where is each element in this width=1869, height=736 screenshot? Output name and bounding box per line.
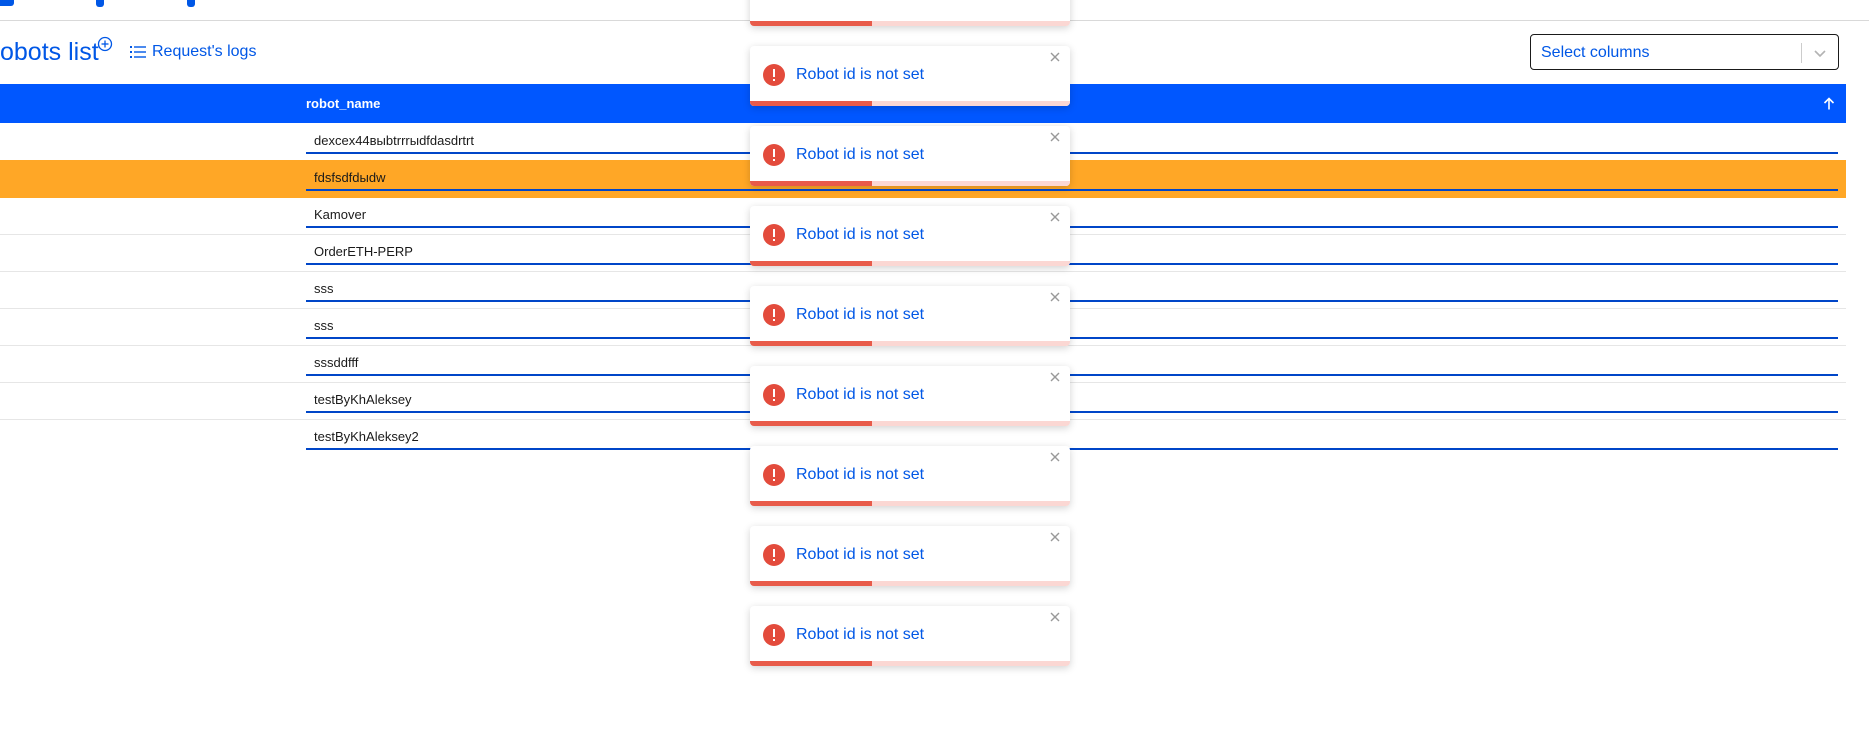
column-header-robot-name[interactable]: robot_name	[306, 96, 380, 111]
chevron-down-icon[interactable]	[1812, 45, 1828, 61]
plus-circle-icon[interactable]	[97, 36, 113, 52]
toast-message: Robot id is not set	[796, 226, 925, 243]
close-icon[interactable]	[1048, 210, 1062, 224]
toast-progress-bar	[750, 21, 872, 26]
toast-notification[interactable]: Robot id is not set	[750, 206, 1070, 266]
request-logs-label: Request's logs	[152, 43, 257, 60]
robot-name-cell: Kamover	[314, 207, 367, 222]
list-icon	[130, 46, 146, 58]
robot-name-cell: fdsfsdfdыdw	[314, 170, 386, 185]
robot-name-cell: testByKhAleksey	[314, 392, 412, 407]
toast-progress-bar	[750, 261, 872, 266]
cell-underline	[306, 300, 1838, 302]
exclamation-circle-icon	[763, 304, 785, 326]
toast-notification[interactable]: Robot id is not set	[750, 446, 1070, 506]
select-columns-placeholder: Select columns	[1541, 44, 1650, 61]
header-logo-fragment	[96, 0, 104, 7]
exclamation-circle-icon	[763, 224, 785, 246]
arrow-up-icon[interactable]	[1821, 96, 1837, 112]
request-logs-link[interactable]: Request's logs	[130, 43, 256, 61]
toast-message: Robot id is not set	[796, 386, 925, 403]
close-icon[interactable]	[1048, 610, 1062, 624]
close-icon[interactable]	[1048, 370, 1062, 384]
toast-message: Robot id is not set	[796, 466, 925, 483]
toast-notification[interactable]: Robot id is not set	[750, 526, 1070, 586]
page-title: obots list	[0, 38, 99, 66]
cell-underline	[306, 152, 1838, 154]
robot-name-cell: sssddfff	[314, 355, 359, 370]
toast-progress-bar	[750, 101, 872, 106]
dropdown-separator	[1801, 43, 1802, 63]
exclamation-circle-icon	[763, 464, 785, 486]
close-icon[interactable]	[1048, 530, 1062, 544]
cell-underline	[306, 189, 1838, 191]
toast-message: Robot id is not set	[796, 66, 925, 83]
header-logo-fragment	[187, 0, 195, 7]
cell-underline	[306, 337, 1838, 339]
close-icon[interactable]	[1048, 130, 1062, 144]
toast-notification[interactable]: Robot id is not set	[750, 46, 1070, 106]
exclamation-circle-icon	[763, 624, 785, 646]
close-icon[interactable]	[1048, 50, 1062, 64]
toast-notification[interactable]: Robot id is not set	[750, 286, 1070, 346]
toast-notification[interactable]: Robot id is not set	[750, 126, 1070, 186]
robot-name-cell: sss	[314, 318, 334, 333]
close-icon[interactable]	[1048, 450, 1062, 464]
toast-notification[interactable]: Robot id is not set	[750, 606, 1070, 666]
close-icon[interactable]	[1048, 290, 1062, 304]
cell-underline	[306, 448, 1838, 450]
cell-underline	[306, 263, 1838, 265]
header-logo-fragment	[0, 0, 14, 6]
toast-progress-bar	[750, 581, 872, 586]
toast-progress-bar	[750, 501, 872, 506]
toast-message: Robot id is not set	[796, 546, 925, 563]
cell-underline	[306, 226, 1838, 228]
toast-message: Robot id is not set	[796, 146, 925, 163]
toast-notification[interactable]: Robot id is not set	[750, 366, 1070, 426]
exclamation-circle-icon	[763, 64, 785, 86]
robot-name-cell: OrderETH-PERP	[314, 244, 413, 259]
toast-message: Robot id is not set	[796, 306, 925, 323]
select-columns-dropdown[interactable]: Select columns	[1530, 34, 1839, 70]
toast-progress-bar	[750, 181, 872, 186]
toast-progress-bar	[750, 421, 872, 426]
toast-progress-bar	[750, 661, 872, 666]
toast-notification[interactable]	[750, 0, 1070, 26]
robot-name-cell: sss	[314, 281, 334, 296]
exclamation-circle-icon	[763, 144, 785, 166]
cell-underline	[306, 374, 1838, 376]
cell-underline	[306, 411, 1838, 413]
robot-name-cell: testByKhAleksey2	[314, 429, 419, 444]
robot-name-cell: dexcex44выbtrrrыdfdasdrtrt	[314, 133, 474, 148]
toast-progress-bar	[750, 341, 872, 346]
exclamation-circle-icon	[763, 544, 785, 566]
exclamation-circle-icon	[763, 384, 785, 406]
toast-message: Robot id is not set	[796, 626, 925, 643]
